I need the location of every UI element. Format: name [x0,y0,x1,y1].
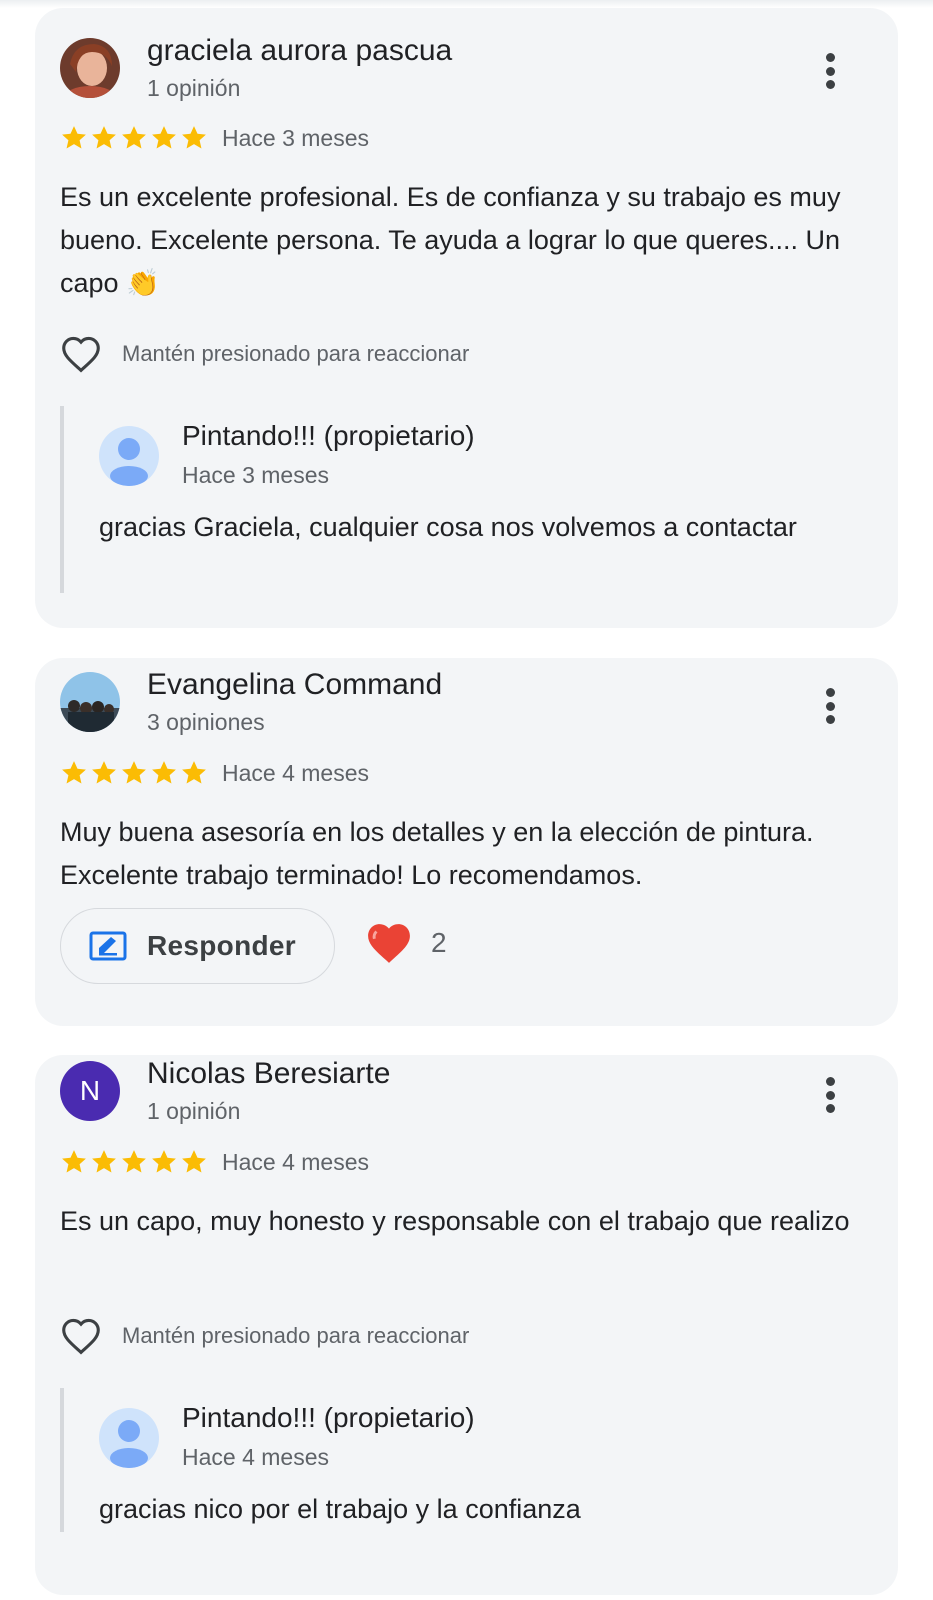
review-card: N Nicolas Beresiarte 1 opinión Hace 4 me… [35,1055,898,1595]
review-date: Hace 4 meses [222,1149,370,1175]
review-text: Es un capo, muy honesto y responsable co… [60,1206,850,1236]
review-text: Es un excelente profesional. Es de confi… [60,182,841,298]
owner-name: Pintando!!! (propietario) [182,1402,475,1433]
reviewer-review-count: 1 opinión [147,1098,241,1124]
react-hint-label: Mantén presionado para reaccionar [122,341,470,366]
reply-edit-icon [89,931,127,961]
respond-button-label: Responder [147,930,296,961]
star-icon [122,126,146,149]
owner-name: Pintando!!! (propietario) [182,420,475,451]
more-options-button[interactable] [815,1073,845,1117]
star-icon [122,1150,146,1173]
star-icon [62,126,86,149]
more-options-button[interactable] [815,684,845,728]
react-hint[interactable]: Mantén presionado para reaccionar [60,1317,469,1355]
star-icon [62,761,86,784]
reviewer-review-count: 3 opiniones [147,709,265,735]
heart-filled-icon[interactable] [363,920,415,966]
review-card: graciela aurora pascua 1 opinión Hace 3 … [35,8,898,628]
reviewer-name[interactable]: Nicolas Beresiarte [147,1057,390,1091]
star-icon [122,761,146,784]
star-rating [60,759,208,787]
star-icon [152,761,176,784]
review-card: Evangelina Command 3 opiniones Hace 4 me… [35,658,898,1026]
star-icon [92,126,116,149]
star-icon [182,126,206,149]
react-hint-label: Mantén presionado para reaccionar [122,1323,470,1348]
reactions[interactable]: 2 [363,920,447,966]
owner-reply-text: gracias Graciela, cualquier cosa nos vol… [99,512,797,542]
owner-reply-date: Hace 3 meses [182,462,330,488]
star-icon [152,1150,176,1173]
top-edge [0,0,933,8]
reviewer-avatar[interactable]: N [60,1061,120,1121]
review-date: Hace 4 meses [222,760,370,786]
heart-outline-icon[interactable] [60,335,102,373]
star-icon [182,761,206,784]
review-text: Muy buena asesoría en los detalles y en … [60,817,814,890]
respond-button[interactable]: Responder [60,908,335,984]
star-icon [152,126,176,149]
reaction-count: 2 [431,927,447,958]
reviewer-avatar[interactable] [60,672,120,732]
owner-avatar [99,1408,159,1468]
reviewer-avatar[interactable] [60,38,120,98]
owner-reply-date: Hace 4 meses [182,1444,330,1470]
star-icon [62,1150,86,1173]
owner-reply-text: gracias nico por el trabajo y la confian… [99,1494,581,1524]
owner-avatar [99,426,159,486]
star-icon [92,761,116,784]
reviewer-name[interactable]: graciela aurora pascua [147,34,452,68]
star-icon [182,1150,206,1173]
review-date: Hace 3 meses [222,125,370,151]
owner-reply: Pintando!!! (propietario) Hace 4 meses g… [60,1388,844,1532]
reviewer-name[interactable]: Evangelina Command [147,668,442,702]
react-hint[interactable]: Mantén presionado para reaccionar [60,335,469,373]
star-icon [92,1150,116,1173]
heart-outline-icon[interactable] [60,1317,102,1355]
star-rating [60,124,208,152]
owner-reply: Pintando!!! (propietario) Hace 3 meses g… [60,406,844,593]
avatar-letter: N [79,1075,101,1106]
reviewer-review-count: 1 opinión [147,75,241,101]
more-options-button[interactable] [815,49,845,93]
star-rating [60,1148,208,1176]
